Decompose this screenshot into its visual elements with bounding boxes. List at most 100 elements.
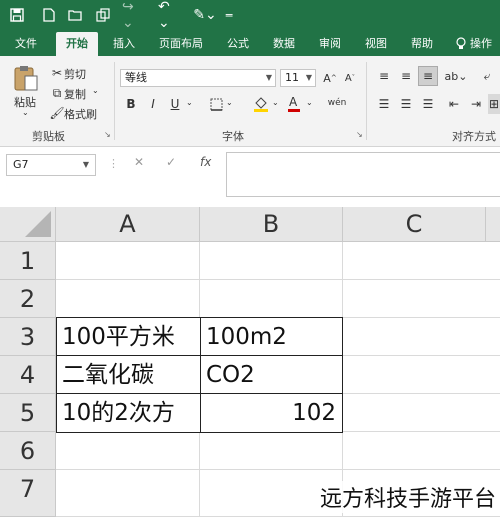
tab-view[interactable]: 视图 [356,32,396,56]
orientation-icon[interactable]: ab⌄ [445,68,468,84]
cancel-entry-icon[interactable]: ✕ [134,155,144,169]
insert-function-icon[interactable]: fx [200,155,211,169]
open-icon[interactable] [66,6,84,24]
row-header-6[interactable]: 6 [0,432,56,470]
copy-icon: ⧉ [52,85,62,100]
row-header-1[interactable]: 1 [0,242,56,280]
row-header-2[interactable]: 2 [0,280,56,318]
format-painter-button[interactable]: 格式刷 [64,106,97,122]
formula-input[interactable] [226,152,500,197]
fill-color-icon[interactable] [252,94,270,112]
phonetic-icon[interactable]: wén [328,94,347,112]
tab-insert[interactable]: 插入 [104,32,144,56]
column-header-b[interactable]: B [200,207,343,242]
cell-a7[interactable] [56,470,200,517]
align-middle-icon[interactable]: ≡ [398,68,414,84]
row-header-7[interactable]: 7 [0,470,56,517]
watermark-text: 远方科技手游平台 [317,481,498,513]
cell-a5[interactable]: 10的2次方 [56,393,201,433]
tab-file[interactable]: 文件 [6,32,46,56]
format-painter-icon[interactable]: ✎⌄ [193,6,216,24]
align-bottom-icon[interactable]: ≡ [418,66,438,86]
font-group-label: 字体 [222,130,244,143]
tab-tell-me[interactable]: 操作 [470,32,500,56]
row-header-3[interactable]: 3 [0,318,56,356]
tab-page-layout[interactable]: 页面布局 [152,32,210,56]
cell-c3[interactable] [343,318,500,356]
cell-a1[interactable] [56,242,200,280]
underline-dropdown-icon[interactable]: ⌄ [186,98,193,107]
borders-icon[interactable] [208,96,224,112]
cell-a4[interactable]: 二氧化碳 [56,355,201,394]
tab-review[interactable]: 审阅 [310,32,350,56]
increase-indent-icon[interactable]: ⇥ [468,96,484,112]
ribbon: 粘贴 ⌄ ✂ 剪切 ⧉ 复制 ⌄ 🖌 格式刷 剪贴板 ↘ 等线 ▼ 11 ▼ A… [0,56,500,147]
cell-b2[interactable] [200,280,343,318]
merge-icon[interactable]: ⊞ [488,94,500,114]
font-size-value: 11 [285,71,299,84]
cell-c1[interactable] [343,242,500,280]
column-header-d[interactable] [486,207,500,242]
copy-icon[interactable] [94,6,112,24]
cell-a2[interactable] [56,280,200,318]
clipboard-launcher-icon[interactable]: ↘ [104,130,111,139]
paste-icon[interactable] [12,64,40,92]
align-top-icon[interactable]: ≡ [376,68,392,84]
copy-button[interactable]: 复制 [64,86,86,102]
copy-dropdown-icon[interactable]: ⌄ [92,86,99,95]
cut-icon: ✂ [51,66,63,80]
customize-icon[interactable]: ═ [222,6,236,24]
new-document-icon[interactable] [40,6,58,24]
cell-b6[interactable] [200,432,343,470]
save-icon[interactable] [8,6,26,24]
decrease-font-icon[interactable]: Aˇ [342,70,358,86]
font-name-select[interactable]: 等线 ▼ [120,69,276,87]
fill-color-dropdown-icon[interactable]: ⌄ [272,98,279,107]
cell-a6[interactable] [56,432,200,470]
redo-disabled-icon: ↪ ⌄ [122,0,134,31]
borders-dropdown-icon[interactable]: ⌄ [226,98,233,107]
cell-a3[interactable]: 100平方米 [56,317,201,356]
select-all-triangle-icon [25,211,51,237]
cell-b4[interactable]: CO2 [200,355,343,394]
font-name-value: 等线 [125,71,147,84]
name-box[interactable]: G7 ▼ [6,154,96,176]
row-header-5[interactable]: 5 [0,394,56,432]
italic-button[interactable]: I [146,96,160,112]
underline-button[interactable]: U [168,96,182,112]
increase-font-icon[interactable]: A ^ [322,70,338,86]
cell-c5[interactable] [343,394,500,432]
column-header-c[interactable]: C [343,207,486,242]
cell-b1[interactable] [200,242,343,280]
font-size-select[interactable]: 11 ▼ [280,69,316,87]
tab-formulas[interactable]: 公式 [218,32,258,56]
column-header-a[interactable]: A [56,207,200,242]
align-left-icon[interactable]: ☰ [376,96,392,112]
chevron-down-icon: ▼ [265,73,272,82]
cell-b3[interactable]: 100m2 [200,317,343,356]
tab-data[interactable]: 数据 [264,32,304,56]
cut-button[interactable]: 剪切 [64,66,86,82]
undo-icon[interactable]: ↶ ⌄ [158,0,184,31]
font-color-icon[interactable]: A [286,94,302,112]
select-all-button[interactable] [0,207,56,242]
alignment-group-label: 对齐方式 [452,130,496,143]
font-color-dropdown-icon[interactable]: ⌄ [306,98,313,107]
tab-home[interactable]: 开始 [56,32,98,56]
enter-entry-icon[interactable]: ✓ [166,155,176,169]
align-right-icon[interactable]: ☰ [420,96,436,112]
tab-help[interactable]: 帮助 [402,32,442,56]
cell-c4[interactable] [343,356,500,394]
decrease-indent-icon[interactable]: ⇤ [446,96,462,112]
row-header-4[interactable]: 4 [0,356,56,394]
cell-b5[interactable]: 102 [200,393,343,433]
wrap-text-icon[interactable]: ⤶ [478,66,496,86]
title-bar: ↪ ⌄ ↶ ⌄ ✎⌄ ═ [0,0,500,31]
font-launcher-icon[interactable]: ↘ [356,130,363,139]
lightbulb-icon[interactable] [454,32,468,56]
cell-c6[interactable] [343,432,500,470]
align-center-icon[interactable]: ☰ [398,96,414,112]
bold-button[interactable]: B [124,96,138,112]
cell-c2[interactable] [343,280,500,318]
paste-dropdown-icon[interactable]: ⌄ [22,108,29,117]
